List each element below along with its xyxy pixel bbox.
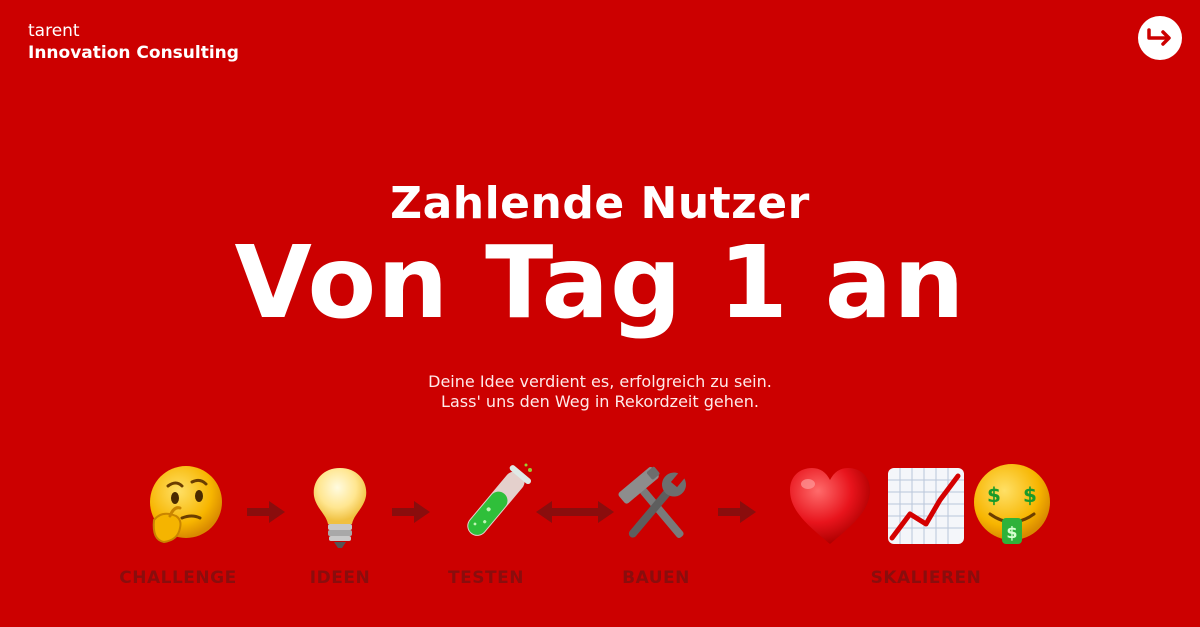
brand-unit: Innovation Consulting	[28, 43, 239, 63]
svg-text:$: $	[1023, 483, 1037, 507]
subtitle-line-2: Lass' uns den Weg in Rekordzeit gehen.	[441, 392, 759, 411]
hero-headline: Von Tag 1 an	[234, 224, 966, 341]
step-label-ideen: IDEEN	[309, 568, 371, 588]
step-label-challenge: CHALLENGE	[119, 568, 237, 588]
step-label-testen: TESTEN	[448, 568, 524, 588]
hero-subtitle: Deine Idee verdient es, erfolgreich zu s…	[0, 372, 1200, 412]
arrow-right-icon	[247, 501, 285, 523]
brand-company: tarent	[28, 21, 80, 41]
subtitle-line-1: Deine Idee verdient es, erfolgreich zu s…	[428, 372, 772, 391]
test-tube-icon	[467, 463, 532, 536]
hero-title: Zahlende Nutzer	[390, 178, 810, 229]
thinking-face-icon	[150, 466, 222, 544]
heart-icon	[790, 468, 870, 544]
step-label-bauen: BAUEN	[622, 568, 690, 588]
chart-increasing-icon	[888, 468, 964, 544]
arrow-right-turn-icon	[1147, 28, 1171, 46]
double-arrow-icon	[536, 501, 614, 523]
money-mouth-face-icon: $ $ $	[974, 464, 1050, 544]
brand-logo: tarent Innovation Consulting	[28, 20, 239, 64]
step-label-skalieren: SKALIEREN	[870, 568, 982, 588]
arrow-right-icon	[718, 501, 756, 523]
arrow-right-icon	[392, 501, 430, 523]
hammer-and-wrench-icon	[618, 466, 687, 538]
svg-text:$: $	[987, 483, 1001, 507]
forward-button[interactable]	[1138, 16, 1182, 60]
light-bulb-icon	[313, 468, 367, 548]
svg-text:$: $	[1006, 523, 1017, 542]
